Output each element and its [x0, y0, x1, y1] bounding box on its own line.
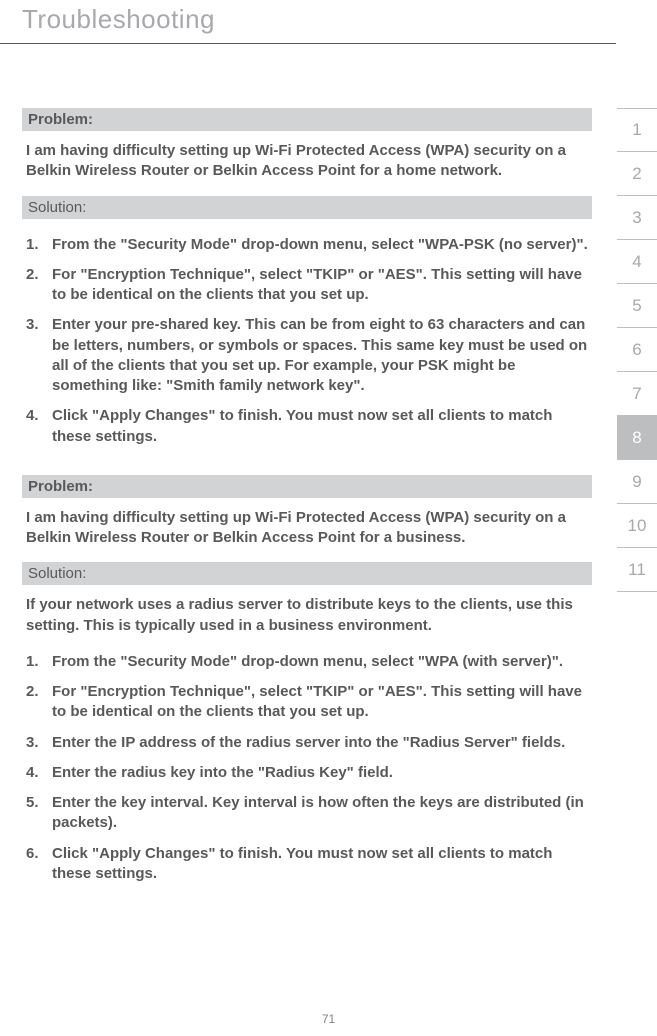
tab-11[interactable]: 11 [617, 548, 657, 592]
step: Click "Apply Changes" to finish. You mus… [26, 406, 592, 447]
step: For "Encryption Technique", select "TKIP… [26, 682, 592, 723]
page-number: 71 [0, 1012, 657, 1026]
step: Enter the IP address of the radius serve… [26, 733, 592, 753]
tab-3[interactable]: 3 [617, 196, 657, 240]
step: From the "Security Mode" drop-down menu,… [26, 235, 592, 255]
tab-7[interactable]: 7 [617, 372, 657, 416]
step: Enter the radius key into the "Radius Ke… [26, 763, 592, 783]
solution-steps-1: From the "Security Mode" drop-down menu,… [22, 219, 592, 447]
tab-6[interactable]: 6 [617, 328, 657, 372]
page-title: Troubleshooting [0, 0, 657, 35]
tab-9[interactable]: 9 [617, 460, 657, 504]
tab-1[interactable]: 1 [617, 108, 657, 152]
solution-label-1: Solution: [22, 196, 592, 219]
solution-label-2: Solution: [22, 562, 592, 585]
step: For "Encryption Technique", select "TKIP… [26, 265, 592, 306]
section-tabs: 1 2 3 4 5 6 7 8 9 10 11 [617, 108, 657, 592]
step: Enter your pre-shared key. This can be f… [26, 315, 592, 396]
header-divider [0, 43, 616, 44]
main-content: Problem: I am having difficulty setting … [22, 108, 592, 884]
problem-label-2: Problem: [22, 475, 592, 498]
tab-8[interactable]: 8 [617, 416, 657, 460]
step: Click "Apply Changes" to finish. You mus… [26, 844, 592, 885]
tab-2[interactable]: 2 [617, 152, 657, 196]
problem-text-1: I am having difficulty setting up Wi-Fi … [22, 131, 592, 182]
step: Enter the key interval. Key interval is … [26, 793, 592, 834]
problem-text-2: I am having difficulty setting up Wi-Fi … [22, 498, 592, 549]
solution-steps-2: From the "Security Mode" drop-down menu,… [22, 636, 592, 884]
solution-intro-2: If your network uses a radius server to … [22, 585, 592, 636]
tab-4[interactable]: 4 [617, 240, 657, 284]
tab-10[interactable]: 10 [617, 504, 657, 548]
step: From the "Security Mode" drop-down menu,… [26, 652, 592, 672]
problem-label-1: Problem: [22, 108, 592, 131]
tab-5[interactable]: 5 [617, 284, 657, 328]
